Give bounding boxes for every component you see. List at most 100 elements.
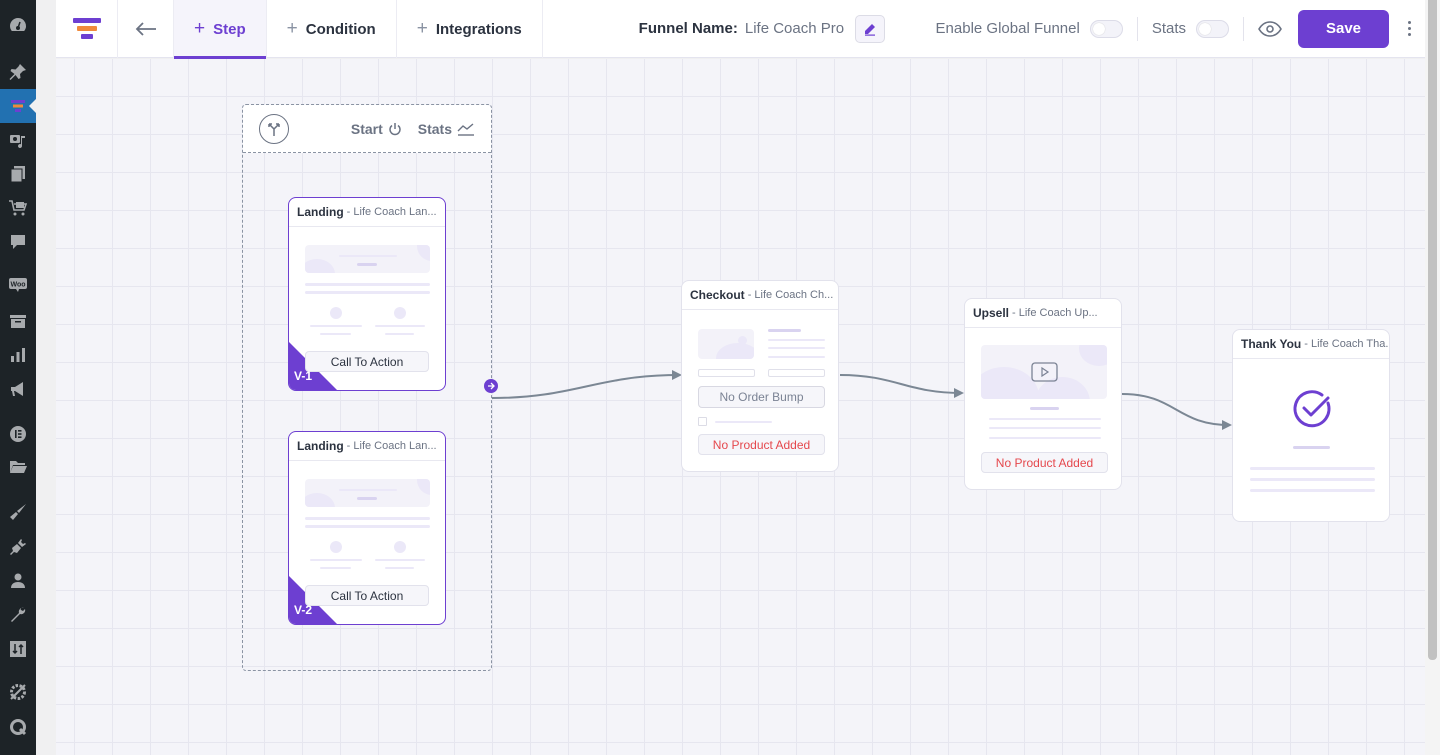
- enable-global-funnel-toggle[interactable]: [1089, 19, 1123, 38]
- funnel-name: Funnel Name: Life Coach Pro: [638, 0, 886, 57]
- divider: [1136, 16, 1138, 41]
- analytics-icon[interactable]: [0, 338, 36, 372]
- chart-line-icon: [457, 122, 474, 136]
- folder-icon[interactable]: [0, 450, 36, 484]
- woo-icon[interactable]: Woo: [0, 267, 36, 301]
- node-type: Upsell: [973, 306, 1010, 320]
- save-button[interactable]: Save: [1298, 9, 1389, 48]
- node-header: Thank You - Life Coach Tha...: [1233, 330, 1389, 359]
- stats-toggle[interactable]: [1196, 19, 1229, 38]
- start-button[interactable]: Start: [351, 121, 402, 137]
- checkout-node[interactable]: Checkout - Life Coach Ch... No Order Bum…: [681, 280, 839, 472]
- svg-text:Woo: Woo: [10, 282, 25, 289]
- node-type: Checkout: [690, 288, 745, 302]
- group-header: Start Stats: [243, 105, 491, 153]
- funnel-name-value: Life Coach Pro: [744, 20, 845, 37]
- scrollbar-thumb[interactable]: [1428, 0, 1437, 660]
- cta-button: Call To Action: [305, 351, 429, 372]
- dashboard-icon[interactable]: [0, 8, 36, 42]
- page-scrollbar[interactable]: [1425, 0, 1440, 755]
- pencil-icon: [865, 23, 876, 36]
- play-icon: [1031, 362, 1058, 382]
- funnel-logo: [56, 0, 118, 58]
- image-placeholder: [698, 329, 754, 359]
- node-name: - Life Coach Lan...: [346, 440, 437, 452]
- cta-button: Call To Action: [305, 585, 429, 606]
- archive-icon[interactable]: [0, 304, 36, 338]
- arrow-left-icon: [135, 22, 156, 36]
- no-product-button[interactable]: No Product Added: [698, 434, 825, 455]
- hero-placeholder: [305, 479, 430, 507]
- group-stats-label: Stats: [417, 120, 452, 137]
- node-header: Checkout - Life Coach Ch...: [682, 281, 838, 310]
- media-icon[interactable]: [0, 123, 36, 157]
- tab-integrations[interactable]: + Integrations: [397, 0, 543, 58]
- variant-label: V-1: [294, 369, 313, 383]
- funnel-name-label: Funnel Name:: [638, 20, 738, 37]
- order-bump-button[interactable]: No Order Bump: [698, 386, 825, 408]
- appearance-brush-icon[interactable]: [0, 495, 36, 529]
- node-type: Landing: [297, 439, 344, 453]
- wp-admin-sidebar: Woo: [0, 0, 36, 755]
- video-placeholder: [981, 345, 1107, 399]
- stats-label: Stats: [1151, 20, 1186, 37]
- landing-node-v2[interactable]: Landing - Life Coach Lan... Call To Acti…: [288, 431, 446, 625]
- pages-icon[interactable]: [0, 157, 36, 191]
- funnel-logo-icon: [72, 18, 101, 39]
- hero-placeholder: [305, 245, 430, 273]
- q-logo-icon[interactable]: [0, 710, 36, 744]
- megaphone-icon[interactable]: [0, 372, 36, 406]
- plus-icon: +: [416, 18, 428, 39]
- content-gutter: [36, 0, 56, 755]
- gear-slash-icon[interactable]: [0, 675, 36, 709]
- tab-integrations-label: Integrations: [435, 20, 522, 38]
- comments-icon[interactable]: [0, 225, 36, 259]
- settings-sliders-icon[interactable]: [0, 632, 36, 666]
- thank-you-node[interactable]: Thank You - Life Coach Tha...: [1232, 329, 1390, 522]
- tools-wrench-icon[interactable]: [0, 598, 36, 632]
- toolbar-right: Enable Global Funnel Stats Save: [936, 0, 1425, 57]
- no-product-button[interactable]: No Product Added: [981, 452, 1108, 473]
- pin-icon[interactable]: [0, 55, 36, 89]
- connect-handle[interactable]: [484, 379, 498, 393]
- plus-icon: +: [286, 18, 298, 39]
- split-test-icon[interactable]: [259, 113, 289, 144]
- check-circle-icon: [1293, 390, 1331, 428]
- start-label: Start: [350, 120, 383, 137]
- tab-condition-label: Condition: [305, 20, 376, 38]
- node-type: Landing: [297, 205, 344, 219]
- upsell-node[interactable]: Upsell - Life Coach Up... No Product Add…: [964, 298, 1122, 490]
- edit-funnel-name-button[interactable]: [855, 14, 886, 43]
- funnel-toolbar: + Step + Condition + Integrations Funnel…: [56, 0, 1425, 59]
- more-options-icon[interactable]: [1403, 21, 1415, 36]
- preview-button[interactable]: [1258, 20, 1282, 37]
- node-header: Landing - Life Coach Lan...: [289, 198, 445, 227]
- arrow-right-icon: [488, 382, 495, 390]
- node-header: Landing - Life Coach Lan...: [289, 432, 445, 461]
- landing-node-v1[interactable]: Landing - Life Coach Lan... Call To Acti…: [288, 197, 446, 391]
- enable-global-funnel-label: Enable Global Funnel: [935, 20, 1080, 37]
- plugins-icon[interactable]: [0, 530, 36, 564]
- edge-checkout-to-upsell[interactable]: [839, 374, 964, 398]
- funnel-icon[interactable]: [0, 89, 36, 123]
- back-button[interactable]: [118, 0, 174, 58]
- node-name: - Life Coach Lan...: [346, 206, 437, 218]
- funnel-canvas[interactable]: Start Stats Landing - Life Coach Lan...: [56, 59, 1425, 755]
- node-name: - Life Coach Up...: [1012, 307, 1098, 319]
- eye-icon: [1258, 20, 1282, 37]
- power-icon: [389, 122, 401, 135]
- users-icon[interactable]: [0, 564, 36, 598]
- tab-condition[interactable]: + Condition: [267, 0, 397, 58]
- tab-step[interactable]: + Step: [174, 0, 267, 59]
- variant-label: V-2: [294, 603, 313, 617]
- node-type: Thank You: [1241, 337, 1302, 351]
- edge-upsell-to-thankyou[interactable]: [1121, 393, 1232, 430]
- plus-icon: +: [194, 18, 206, 39]
- node-name: - Life Coach Ch...: [747, 289, 834, 301]
- group-stats-button[interactable]: Stats: [418, 121, 475, 137]
- edge-landing-to-checkout[interactable]: [491, 370, 682, 399]
- divider: [1243, 16, 1244, 41]
- store-cart-icon[interactable]: [0, 191, 36, 225]
- node-name: - Life Coach Tha...: [1304, 338, 1389, 350]
- elementor-icon[interactable]: [0, 417, 36, 451]
